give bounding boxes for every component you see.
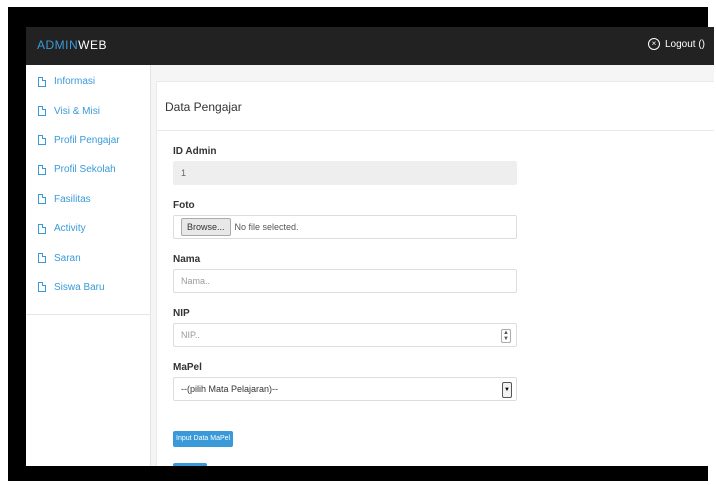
sidebar-item-label: Profil Pengajar: [54, 134, 120, 146]
nama-label: Nama: [173, 254, 201, 265]
app-window: ADMINWEB × Logout () Informasi Visi & Mi…: [26, 27, 714, 466]
logout-button[interactable]: × Logout (): [647, 38, 705, 50]
file-icon: [38, 282, 46, 293]
file-icon: [38, 223, 46, 234]
nama-placeholder: Nama..: [181, 276, 211, 286]
sidebar-item-label: Fasilitas: [54, 193, 91, 205]
file-icon: [38, 194, 46, 205]
sidebar-item-label: Informasi: [54, 76, 96, 88]
foto-file-input[interactable]: Browse... No file selected.: [173, 215, 517, 239]
sidebar-item-profil-pengajar[interactable]: Profil Pengajar: [26, 126, 150, 155]
mapel-label: MaPel: [173, 362, 202, 373]
file-status: No file selected.: [234, 222, 299, 232]
form-panel: Data Pengajar ID Admin 1 Foto Browse... …: [156, 81, 714, 466]
window-frame: ADMINWEB × Logout () Informasi Visi & Mi…: [8, 7, 714, 481]
sidebar-item-fasilitas[interactable]: Fasilitas: [26, 185, 150, 214]
sidebar-item-label: Visi & Misi: [54, 105, 100, 117]
file-icon: [38, 135, 46, 146]
brand-part1: ADMIN: [37, 38, 79, 52]
file-icon: [38, 253, 46, 264]
sidebar-item-saran[interactable]: Saran: [26, 243, 150, 272]
sidebar-item-label: Siswa Baru: [54, 281, 105, 293]
nip-placeholder: NIP..: [181, 330, 200, 340]
spinner-icon[interactable]: ▲ ▼: [501, 329, 511, 343]
file-icon: [38, 106, 46, 117]
sidebar-item-label: Saran: [54, 252, 81, 264]
brand-part2: WEB: [78, 38, 108, 52]
sidebar-item-profil-sekolah[interactable]: Profil Sekolah: [26, 155, 150, 184]
sidebar: Informasi Visi & Misi Profil Pengajar Pr…: [26, 65, 151, 466]
input-mapel-button[interactable]: Input Data MaPel: [173, 431, 234, 447]
save-button[interactable]: simpan: [173, 463, 207, 466]
sidebar-item-label: Profil Sekolah: [54, 164, 116, 176]
id-admin-field: 1: [173, 161, 517, 185]
page-title: Data Pengajar: [165, 100, 242, 114]
sidebar-item-label: Activity: [54, 223, 86, 235]
mapel-select[interactable]: --(pilih Mata Pelajaran)-- ▼: [173, 377, 517, 401]
logout-label: Logout (): [664, 38, 705, 50]
close-circle-icon: ×: [647, 38, 660, 50]
nip-input[interactable]: NIP.. ▲ ▼: [173, 323, 517, 347]
sidebar-divider: [26, 314, 150, 316]
sidebar-item-informasi[interactable]: Informasi: [26, 67, 150, 96]
sidebar-item-activity[interactable]: Activity: [26, 214, 150, 243]
nip-label: NIP: [173, 308, 190, 319]
nama-input[interactable]: Nama..: [173, 269, 517, 293]
file-icon: [38, 164, 46, 175]
chevron-down-icon: ▼: [502, 382, 512, 398]
mapel-selected: --(pilih Mata Pelajaran)--: [181, 384, 279, 394]
id-admin-label: ID Admin: [173, 146, 217, 157]
top-navbar: ADMINWEB × Logout (): [26, 27, 714, 65]
foto-label: Foto: [173, 200, 195, 211]
panel-divider: [157, 130, 714, 131]
id-admin-value: 1: [181, 168, 187, 178]
sidebar-item-visi-misi[interactable]: Visi & Misi: [26, 96, 150, 125]
file-icon: [38, 76, 46, 87]
browse-button[interactable]: Browse...: [181, 218, 231, 236]
brand-logo[interactable]: ADMINWEB: [37, 38, 107, 52]
sidebar-item-siswa-baru[interactable]: Siswa Baru: [26, 273, 150, 302]
